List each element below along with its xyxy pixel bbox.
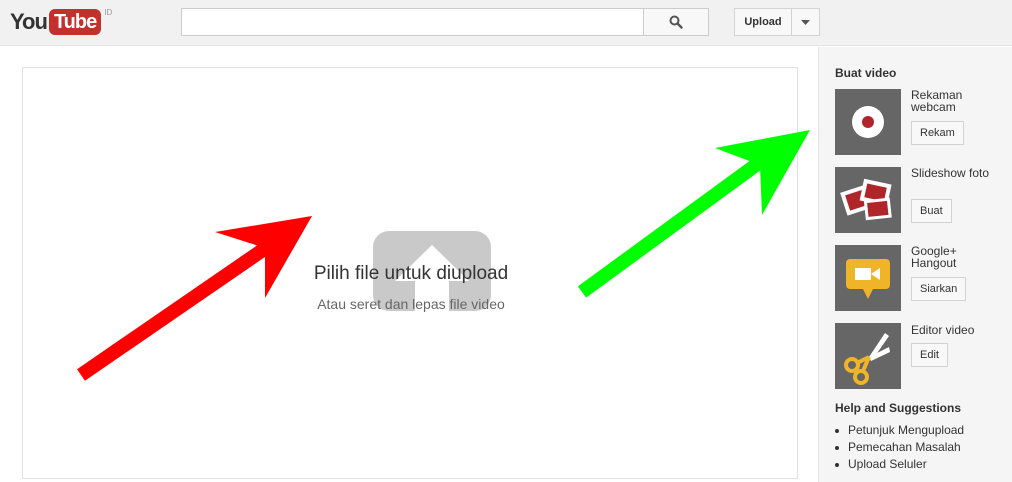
search-button[interactable] (643, 8, 709, 36)
drop-title[interactable]: Pilih file untuk diupload (1, 263, 821, 285)
broadcast-button[interactable]: Siarkan (911, 277, 967, 301)
scissors-icon (844, 333, 890, 385)
bullet-icon (835, 445, 839, 450)
chevron-down-icon (801, 19, 810, 25)
create-button[interactable]: Buat (911, 199, 952, 223)
create-video-sidebar: Buat video Rekaman webcam Rekam Slidesho… (818, 47, 1012, 482)
webcam-record-icon (852, 106, 884, 138)
hangout-camera-icon (846, 259, 890, 299)
help-link-upload-guide[interactable]: Petunjuk Mengupload (835, 422, 964, 439)
video-editor-thumb[interactable] (835, 323, 901, 389)
drop-subtitle: Atau seret dan lepas file video (317, 296, 505, 312)
photo-slideshow-icon (840, 178, 892, 221)
youtube-logo[interactable]: You Tube ID (10, 7, 112, 37)
logo-tube-text: Tube (48, 9, 102, 35)
logo-country-code: ID (104, 8, 113, 17)
tool-label-hangout: Google+ Hangout (911, 244, 957, 270)
upload-button[interactable]: Upload (734, 8, 792, 36)
search-icon (669, 15, 683, 29)
tool-label-slideshow: Slideshow foto (911, 166, 990, 180)
search-input[interactable] (181, 8, 644, 36)
edit-button[interactable]: Edit (911, 343, 948, 367)
bullet-icon (835, 462, 839, 467)
masthead: You Tube ID Upload (0, 0, 1012, 46)
bullet-icon (835, 428, 839, 433)
tool-label-editor: Editor video (911, 323, 975, 337)
hangout-thumb[interactable] (835, 245, 901, 311)
help-links: Petunjuk Mengupload Pemecahan Masalah Up… (835, 422, 964, 473)
help-heading: Help and Suggestions (835, 401, 962, 415)
help-link-mobile-upload[interactable]: Upload Seluler (835, 456, 964, 473)
record-button[interactable]: Rekam (911, 121, 964, 145)
upload-main: Pilih file untuk diupload Atau seret dan… (0, 47, 818, 482)
help-link-label[interactable]: Petunjuk Mengupload (848, 422, 964, 439)
file-drop-zone[interactable]: Pilih file untuk diupload Atau seret dan… (22, 67, 798, 479)
photo-slideshow-thumb[interactable] (835, 167, 901, 233)
upload-dropdown-button[interactable] (791, 8, 820, 36)
logo-you-text: You (10, 9, 48, 34)
webcam-record-thumb[interactable] (835, 89, 901, 155)
help-link-label[interactable]: Upload Seluler (848, 456, 927, 473)
create-video-heading: Buat video (835, 66, 897, 80)
tool-label-webcam: Rekaman webcam (911, 88, 963, 114)
help-link-troubleshooting[interactable]: Pemecahan Masalah (835, 439, 964, 456)
help-link-label[interactable]: Pemecahan Masalah (848, 439, 961, 456)
